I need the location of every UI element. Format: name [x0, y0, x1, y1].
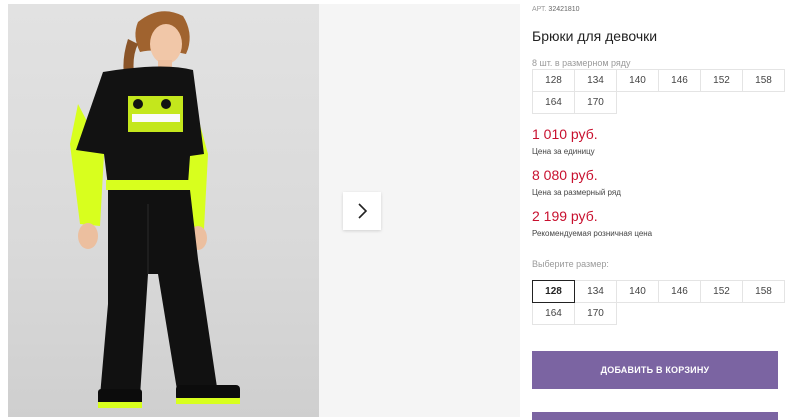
- pack-size-cell: 158: [742, 69, 785, 92]
- unit-price: 1 010 руб.: [532, 126, 598, 142]
- product-photo[interactable]: [8, 4, 319, 417]
- pack-size-cell: 134: [574, 69, 617, 92]
- pack-size-cell: 140: [616, 69, 659, 92]
- gallery-next-button[interactable]: [343, 192, 381, 230]
- product-gallery: [8, 4, 520, 417]
- size-option[interactable]: 140: [616, 280, 659, 303]
- retail-price: 2 199 руб.: [532, 208, 598, 224]
- size-option[interactable]: 134: [574, 280, 617, 303]
- pack-price-note: Цена за размерный ряд: [532, 188, 621, 197]
- pack-size-grid: 128 134 140 146 152 158 164 170: [532, 69, 785, 114]
- select-size-label: Выберите размер:: [532, 259, 609, 269]
- pack-size-cell: 164: [532, 91, 575, 114]
- unit-price-note: Цена за единицу: [532, 147, 595, 156]
- pack-price: 8 080 руб.: [532, 167, 598, 183]
- size-option[interactable]: 152: [700, 280, 743, 303]
- pack-size-cell: 152: [700, 69, 743, 92]
- girl-model-illustration: [70, 11, 240, 408]
- add-to-cart-button[interactable]: ДОБАВИТЬ В КОРЗИНУ: [532, 351, 778, 389]
- pack-sizes-label: 8 шт. в размерном ряду: [532, 58, 631, 68]
- pack-size-cell: 170: [574, 91, 617, 114]
- secondary-action-button[interactable]: [532, 412, 778, 420]
- size-option[interactable]: 170: [574, 302, 617, 325]
- article-number: АРТ. 32421810: [532, 6, 580, 13]
- retail-price-note: Рекомендуемая розничная цена: [532, 229, 653, 238]
- size-option[interactable]: 146: [658, 280, 701, 303]
- pack-size-cell: 146: [658, 69, 701, 92]
- size-selector: 128 134 140 146 152 158 164 170: [532, 280, 785, 325]
- size-option-selected[interactable]: 128: [532, 280, 575, 303]
- pack-size-cell: 128: [532, 69, 575, 92]
- size-option[interactable]: 164: [532, 302, 575, 325]
- size-option[interactable]: 158: [742, 280, 785, 303]
- chevron-right-icon: [358, 203, 368, 219]
- product-title: Брюки для девочки: [532, 28, 658, 44]
